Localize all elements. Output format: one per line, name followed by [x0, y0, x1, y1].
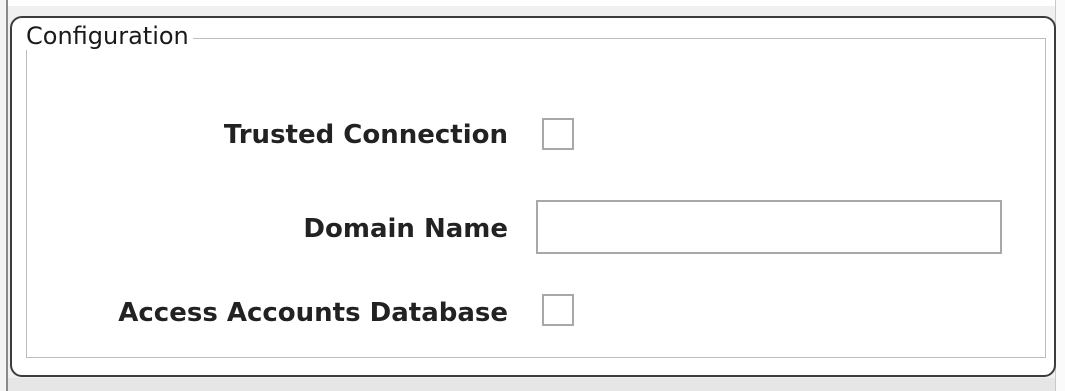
access-accounts-database-label: Access Accounts Database [118, 298, 508, 328]
trusted-connection-label: Trusted Connection [223, 120, 508, 150]
domain-name-input[interactable] [536, 200, 1002, 254]
domain-name-label: Domain Name [303, 214, 508, 244]
configuration-window: Configuration Trusted Connection Domain … [0, 0, 1065, 391]
trusted-connection-checkbox[interactable] [542, 118, 574, 150]
window-top-edge [0, 0, 1065, 6]
window-left-edge [0, 0, 8, 391]
access-accounts-database-checkbox[interactable] [542, 294, 574, 326]
configuration-group-title: Configuration [22, 22, 193, 50]
configuration-panel: Configuration Trusted Connection Domain … [10, 16, 1056, 377]
window-bottom-edge [8, 378, 1055, 391]
window-right-edge [1055, 0, 1065, 391]
